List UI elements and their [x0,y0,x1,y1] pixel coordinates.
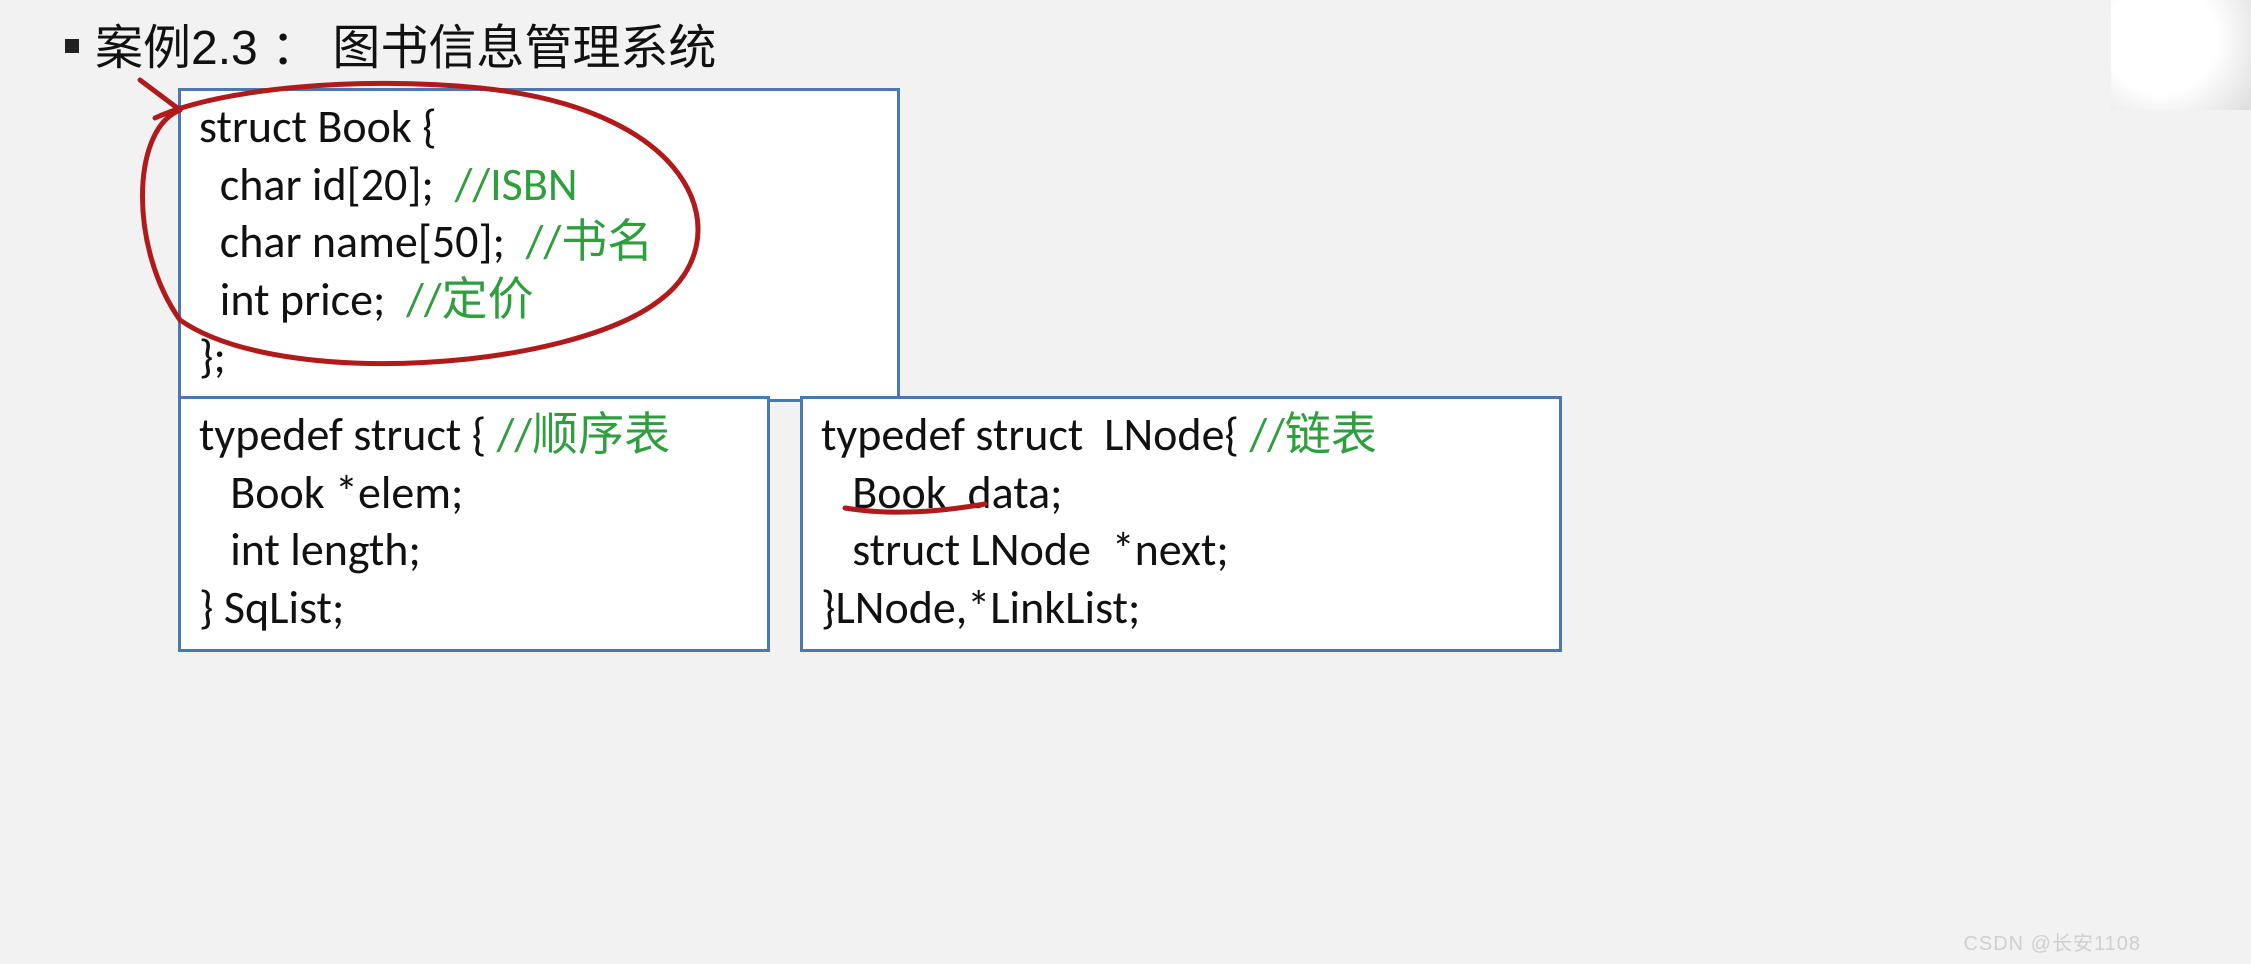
code-line: }; [199,329,226,385]
code-line: typedef struct { [199,407,497,463]
code-block-sqlist: typedef struct { //顺序表 Book *elem; int l… [178,396,770,652]
code-line: char name[50]; [199,214,526,270]
code-line: int price; [199,272,406,328]
decorative-corner-image [2111,0,2251,110]
code-line: int length; [199,522,421,578]
code-line: typedef struct LNode{ [821,407,1249,463]
code-block-lnode: typedef struct LNode{ //链表 Book data; st… [800,396,1562,652]
code-block-book: struct Book { char id[20]; //ISBN char n… [178,88,900,402]
code-comment: //顺序表 [497,407,671,463]
code-comment: //ISBN [455,157,578,213]
code-line: Book data; [821,465,1062,521]
code-line: } SqList; [199,580,344,636]
code-line: Book *elem; [199,465,463,521]
code-comment: //定价 [406,272,534,328]
code-line: struct LNode *next; [821,522,1229,578]
code-line: }LNode,*LinkList; [821,580,1140,636]
code-line: struct Book { [199,99,437,155]
watermark-text: CSDN @长安1108 [1963,927,2141,956]
code-comment: //链表 [1249,407,1377,463]
code-comment: //书名 [526,214,654,270]
slide-page: 案例2.3 ： 图书信息管理系统 struct Book { char id[2… [0,0,2251,964]
code-line: char id[20]; [199,157,455,213]
title-text: 案例2.3 ： 图书信息管理系统 [95,8,716,78]
bullet-square-icon [65,39,79,53]
title-line: 案例2.3 ： 图书信息管理系统 [65,8,716,78]
